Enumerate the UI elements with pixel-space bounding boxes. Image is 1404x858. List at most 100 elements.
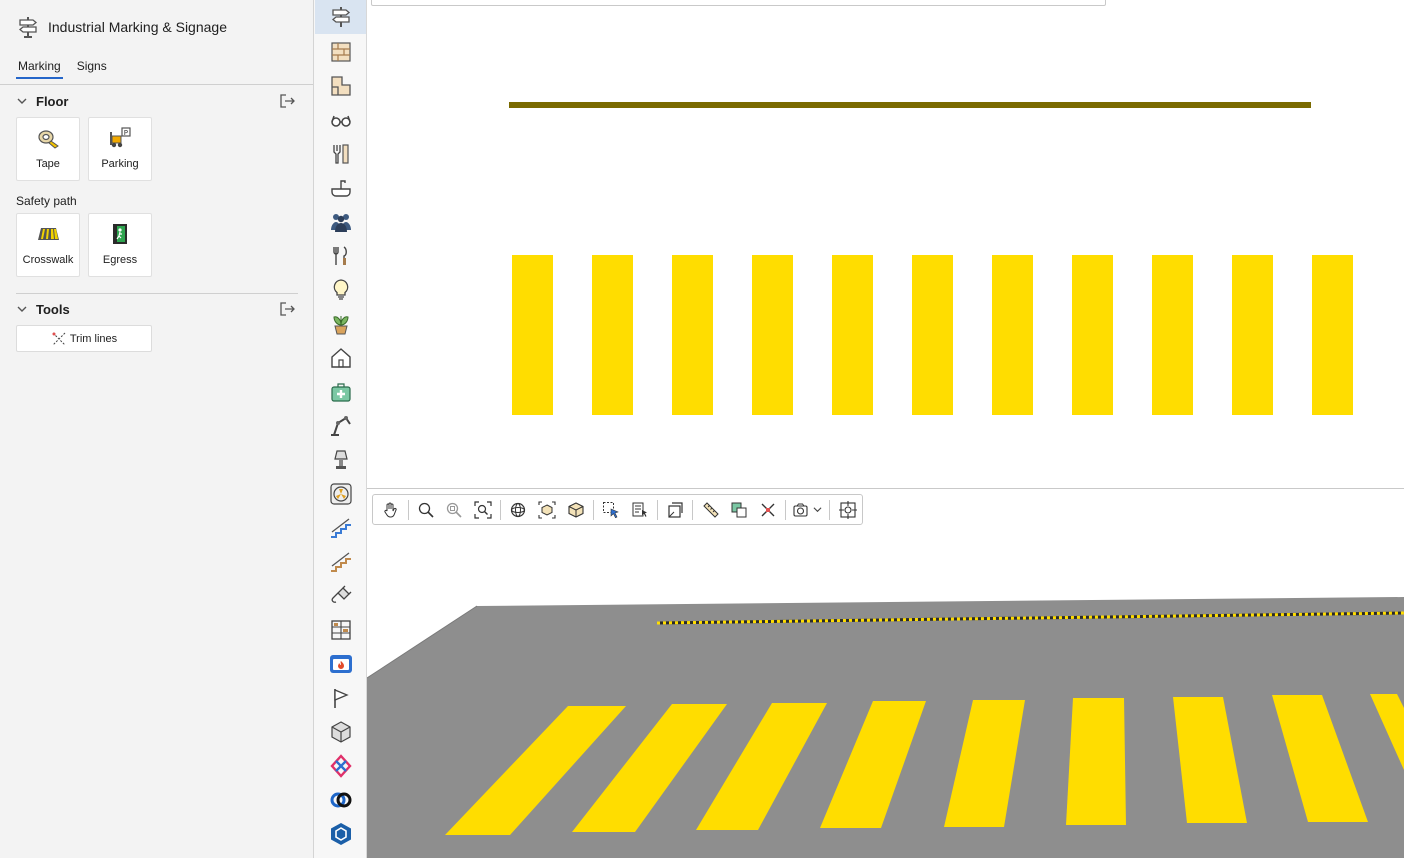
robot-arm-button[interactable] bbox=[315, 409, 366, 443]
kitchen-button[interactable] bbox=[315, 239, 366, 273]
plug-icon bbox=[331, 585, 351, 603]
delete-button[interactable] bbox=[753, 496, 782, 523]
category-toolbar bbox=[314, 0, 367, 858]
zoom-extents-button[interactable] bbox=[469, 496, 498, 523]
trim-lines-label: Trim lines bbox=[69, 332, 118, 345]
toolbar-separator bbox=[692, 499, 694, 520]
shelving-button[interactable] bbox=[315, 613, 366, 647]
crosswalk-stripe[interactable] bbox=[512, 255, 553, 415]
zoom-button[interactable] bbox=[412, 496, 441, 523]
stairs-wood-button[interactable] bbox=[315, 545, 366, 579]
wall-button[interactable] bbox=[315, 35, 366, 69]
plug-button[interactable] bbox=[315, 579, 366, 613]
plant-icon bbox=[332, 316, 349, 335]
crosswalk-stripe[interactable] bbox=[1152, 255, 1193, 415]
crosswalk-stripe[interactable] bbox=[992, 255, 1033, 415]
camera-dropdown-button[interactable] bbox=[789, 496, 826, 523]
signpost-button[interactable] bbox=[315, 0, 366, 34]
flag-icon bbox=[333, 689, 349, 708]
colored-cube-icon bbox=[329, 754, 352, 778]
fire-panel-button[interactable] bbox=[315, 647, 366, 681]
rings-button[interactable] bbox=[315, 783, 366, 817]
parking-label: Parking bbox=[101, 158, 139, 170]
crosswalk-stripe[interactable] bbox=[1312, 255, 1353, 415]
crosswalk-stripe[interactable] bbox=[672, 255, 713, 415]
crosswalk-stripe[interactable] bbox=[592, 255, 633, 415]
panel-title: Industrial Marking & Signage bbox=[48, 19, 227, 35]
robot-arm-icon bbox=[330, 416, 351, 436]
egress-tool[interactable]: Egress bbox=[88, 213, 152, 277]
section-button[interactable] bbox=[725, 496, 754, 523]
pan-button[interactable] bbox=[376, 496, 405, 523]
crosswalk-stripe-3d[interactable] bbox=[1066, 698, 1126, 825]
cube-button[interactable] bbox=[315, 715, 366, 749]
zoom-window-button[interactable] bbox=[440, 496, 469, 523]
floor-plan-icon bbox=[330, 76, 351, 96]
tab-marking[interactable]: Marking bbox=[16, 58, 63, 79]
tools-button[interactable] bbox=[315, 137, 366, 171]
panel-header: Industrial Marking & Signage bbox=[16, 14, 227, 40]
3d-viewport[interactable] bbox=[367, 490, 1404, 858]
stairs-wood-icon bbox=[330, 552, 351, 572]
crosswalk-stripe[interactable] bbox=[1232, 255, 1273, 415]
tape-line[interactable] bbox=[509, 102, 1311, 108]
lightbulb-button[interactable] bbox=[315, 273, 366, 307]
plan-viewport[interactable] bbox=[367, 0, 1404, 489]
wall-icon bbox=[330, 42, 351, 62]
trim-lines-button[interactable]: Trim lines bbox=[16, 325, 152, 352]
plant-button[interactable] bbox=[315, 307, 366, 341]
colored-cube-button[interactable] bbox=[315, 749, 366, 783]
tape-tool[interactable]: Tape bbox=[16, 117, 80, 181]
people-icon bbox=[330, 214, 351, 232]
3d-scene bbox=[367, 597, 1404, 858]
rotate-view-button[interactable] bbox=[661, 496, 690, 523]
crosswalk-stripe[interactable] bbox=[752, 255, 793, 415]
toolbar-separator bbox=[407, 499, 409, 520]
measure-button[interactable] bbox=[696, 496, 725, 523]
select-button[interactable] bbox=[597, 496, 626, 523]
toolbar-separator bbox=[500, 499, 502, 520]
iso-view-button[interactable] bbox=[533, 496, 562, 523]
detach-icon[interactable] bbox=[278, 93, 296, 109]
trim-lines-icon bbox=[52, 332, 66, 345]
crosswalk-stripe[interactable] bbox=[912, 255, 953, 415]
detach-icon[interactable] bbox=[278, 301, 296, 317]
chevron-down-icon bbox=[17, 306, 27, 312]
floor-section-header[interactable]: Floor bbox=[16, 91, 298, 111]
crosswalk-tool[interactable]: Crosswalk bbox=[16, 213, 80, 277]
select-list-button[interactable] bbox=[625, 496, 654, 523]
toolbar-separator bbox=[829, 499, 831, 520]
glasses-icon bbox=[330, 115, 351, 127]
signpost-icon bbox=[18, 17, 38, 38]
forklift-parking-icon: P bbox=[110, 127, 131, 148]
measure-icon bbox=[702, 501, 719, 518]
tools-section-header[interactable]: Tools bbox=[16, 299, 298, 319]
parking-tool[interactable]: P Parking bbox=[88, 117, 152, 181]
3d-box-button[interactable] bbox=[561, 496, 590, 523]
glasses-button[interactable] bbox=[315, 103, 366, 137]
orbit-button[interactable] bbox=[504, 496, 533, 523]
svg-text:P: P bbox=[124, 129, 128, 137]
bathroom-button[interactable] bbox=[315, 171, 366, 205]
chevron-down-icon bbox=[17, 98, 27, 104]
kitchen-icon bbox=[332, 246, 347, 265]
target-button[interactable] bbox=[833, 496, 862, 523]
floor-plan-button[interactable] bbox=[315, 69, 366, 103]
toolbar-separator bbox=[785, 499, 787, 520]
crosswalk-stripe[interactable] bbox=[832, 255, 873, 415]
lamp-button[interactable] bbox=[315, 443, 366, 477]
crosswalk-stripe[interactable] bbox=[1072, 255, 1113, 415]
fan-button[interactable] bbox=[315, 477, 366, 511]
zoom-window-icon bbox=[447, 502, 462, 518]
people-button[interactable] bbox=[315, 205, 366, 239]
home-button[interactable] bbox=[315, 341, 366, 375]
chevron-down-icon bbox=[813, 507, 822, 513]
flag-button[interactable] bbox=[315, 681, 366, 715]
pan-icon bbox=[384, 502, 397, 518]
toolbar-separator bbox=[656, 499, 658, 520]
safety-path-heading: Safety path bbox=[16, 194, 77, 208]
first-aid-button[interactable] bbox=[315, 375, 366, 409]
sketchup-button[interactable] bbox=[315, 817, 366, 851]
tab-signs[interactable]: Signs bbox=[75, 58, 109, 79]
stairs-blue-button[interactable] bbox=[315, 511, 366, 545]
